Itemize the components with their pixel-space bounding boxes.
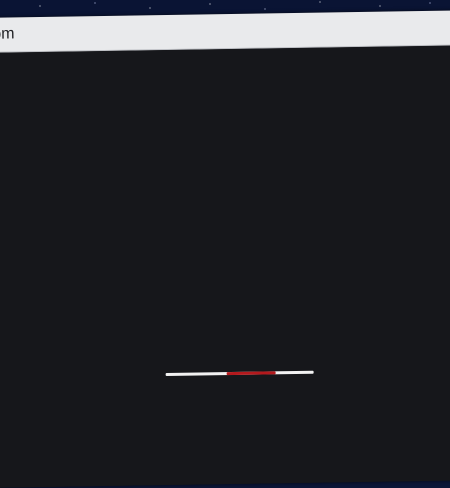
window-title: om [0,25,15,43]
browser-window: om [0,10,450,488]
loading-bar-progress [226,371,276,376]
page-content [0,45,450,488]
loading-bar [165,370,314,377]
